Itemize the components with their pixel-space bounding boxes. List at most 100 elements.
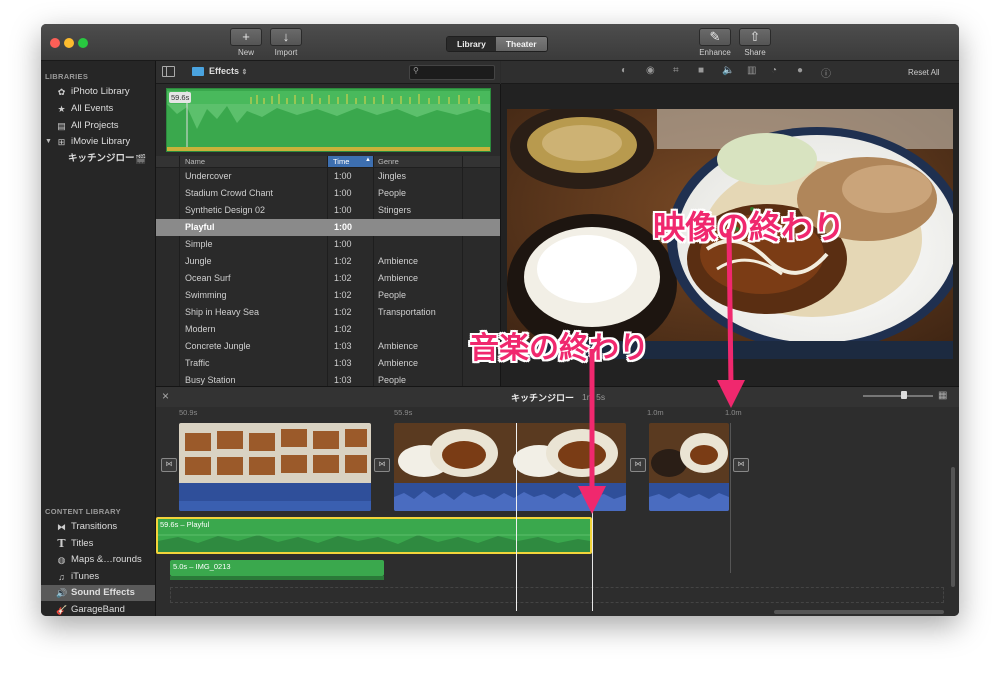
list-item[interactable]: Traffic 1:03 Ambience: [156, 355, 500, 372]
timeline-header: × キッチンジロー 1m 5s ▦: [156, 386, 959, 408]
volume-icon[interactable]: 🔈: [722, 65, 734, 76]
list-item[interactable]: Stadium Crowd Chant 1:00 People: [156, 185, 500, 202]
sidebar-item-iphoto-library[interactable]: ✿ iPhoto Library: [41, 84, 155, 100]
zoom-window-button[interactable]: [78, 38, 88, 48]
list-item-selected[interactable]: Playful 1:00: [156, 219, 500, 236]
zoom-slider-thumb[interactable]: [901, 391, 907, 399]
music-waveform: [158, 534, 590, 552]
video-clip[interactable]: [649, 423, 729, 511]
list-item[interactable]: Simple 1:00: [156, 236, 500, 253]
share-label: Share: [744, 48, 766, 57]
sound-browser: 59.6s Name Time ▲ Genre Undercover 1:00 Ji…: [156, 84, 501, 386]
list-item[interactable]: Synthetic Design 02 1:00 Stingers: [156, 202, 500, 219]
film-icon: ▤: [57, 121, 66, 131]
sidebar-item-label: iTunes: [71, 571, 100, 582]
updown-chevron-icon: ⇕: [241, 69, 248, 76]
music-clip-label: 59.6s – Playful: [160, 520, 210, 529]
sidebar-item-garageband[interactable]: 🎸 GarageBand: [41, 602, 155, 616]
music-clip-playful[interactable]: 59.6s – Playful: [156, 517, 592, 554]
list-item[interactable]: Swimming 1:02 People: [156, 287, 500, 304]
browser-bar: Effects ⇕ ⚲: [156, 61, 500, 84]
annotation-video-end: 映像の終わり: [653, 208, 846, 246]
iphoto-icon: ✿: [57, 87, 66, 97]
list-item[interactable]: Modern 1:02: [156, 321, 500, 338]
sidebar-item-itunes[interactable]: ♫ iTunes: [41, 569, 155, 585]
column-time[interactable]: Time ▲: [327, 156, 373, 167]
waveform-preview[interactable]: 59.6s: [166, 88, 491, 152]
sidebar-item-transitions[interactable]: ⧓ Transitions: [41, 519, 155, 535]
sidebar-item-label: Maps &…rounds: [71, 554, 142, 565]
video-clip[interactable]: [179, 423, 371, 511]
libraries-heading: LIBRARIES: [45, 72, 89, 81]
transition-icon[interactable]: ⋈: [374, 458, 390, 472]
sort-ascending-icon: ▲: [365, 157, 371, 163]
close-icon[interactable]: ×: [162, 389, 169, 403]
list-item[interactable]: Jungle 1:02 Ambience: [156, 253, 500, 270]
color-correction-icon[interactable]: ◉: [646, 65, 655, 76]
guitar-icon: 🎸: [56, 605, 68, 615]
timestamp: 1.0m: [725, 408, 742, 417]
close-window-button[interactable]: [50, 38, 60, 48]
sidebar-item-sound-effects[interactable]: 🔊 Sound Effects: [41, 585, 155, 601]
playhead[interactable]: [516, 423, 517, 611]
stabilization-icon[interactable]: ■: [698, 65, 704, 76]
vertical-scrollbar[interactable]: [951, 467, 955, 587]
sidebar-item-maps-backgrounds[interactable]: ◍ Maps &…rounds: [41, 552, 155, 568]
tab-theater[interactable]: Theater: [495, 37, 547, 51]
sidebar-item-all-events[interactable]: ★ All Events: [41, 101, 155, 117]
transition-icon[interactable]: ⋈: [161, 458, 177, 472]
sidebar-item-label: Titles: [71, 538, 94, 549]
sidebar-item-project[interactable]: キッチンジロー 🎬: [41, 151, 155, 167]
tab-library[interactable]: Library: [447, 37, 496, 51]
column-genre[interactable]: Genre: [378, 157, 399, 166]
sidebar-item-imovie-library[interactable]: ▼ ⊞ iMovie Library: [41, 134, 155, 150]
reset-all-button[interactable]: Reset All: [908, 68, 940, 77]
info-icon[interactable]: ⓘ: [821, 65, 831, 80]
equalizer-icon[interactable]: ▥: [747, 65, 756, 76]
enhance-label: Enhance: [699, 48, 731, 57]
list-item[interactable]: Concrete Jungle 1:03 Ambience: [156, 338, 500, 355]
list-item[interactable]: Ship in Heavy Sea 1:02 Transportation: [156, 304, 500, 321]
sidebar-item-label: Sound Effects: [71, 587, 135, 598]
search-input[interactable]: ⚲: [409, 65, 495, 80]
list-item[interactable]: Ocean Surf 1:02 Ambience: [156, 270, 500, 287]
plus-icon: +: [230, 28, 262, 46]
sidebar-item-all-projects[interactable]: ▤ All Projects: [41, 118, 155, 134]
transition-icon[interactable]: ⋈: [630, 458, 646, 472]
music-note-icon: ♫: [58, 572, 65, 582]
imovie-window: + New ↓ Import Library Theater ✎ Enhance…: [41, 24, 959, 616]
import-button[interactable]: ↓ Import: [270, 28, 302, 57]
empty-audio-track[interactable]: [170, 587, 944, 603]
filter-icon[interactable]: ●: [797, 65, 803, 76]
transition-icon[interactable]: ⋈: [733, 458, 749, 472]
category-popup[interactable]: Effects ⇕: [209, 66, 247, 76]
column-name[interactable]: Name: [185, 157, 205, 166]
audio-clip[interactable]: 5.0s – IMG_0213: [170, 560, 384, 576]
column-headers: Name Time ▲ Genre: [156, 156, 500, 168]
menu-thumbnail: [179, 423, 371, 511]
sidebar-item-titles[interactable]: T Titles: [41, 536, 155, 552]
new-button[interactable]: + New: [230, 28, 262, 57]
sidebar-toggle-icon[interactable]: [162, 66, 175, 77]
disclosure-triangle-icon[interactable]: ▼: [45, 134, 52, 150]
speed-icon[interactable]: ◔: [771, 65, 777, 76]
zoom-slider[interactable]: [863, 391, 933, 399]
enhance-button[interactable]: ✎ Enhance: [699, 28, 731, 57]
sidebar-item-label: All Events: [71, 103, 114, 114]
clapper-icon: 🎬: [135, 154, 147, 164]
clip-appearance-icon[interactable]: ▦: [938, 390, 947, 401]
share-button[interactable]: ⇧ Share: [739, 28, 771, 57]
music-end-marker: [592, 423, 593, 611]
horizontal-scrollbar[interactable]: [774, 610, 944, 614]
list-item[interactable]: Undercover 1:00 Jingles: [156, 168, 500, 185]
timeline[interactable]: 50.9s 55.9s 1.0m 1.0m ⋈ ⋈ ⋈ ⋈ 59.6s – Pl…: [156, 331, 959, 616]
globe-icon: ◍: [57, 555, 66, 565]
color-balance-icon[interactable]: ◐: [621, 65, 627, 76]
sidebar-item-label: All Projects: [71, 120, 119, 131]
arrow-down-icon: ↓: [270, 28, 302, 46]
crop-icon[interactable]: ⌗: [673, 65, 679, 76]
transitions-icon: ⧓: [57, 522, 66, 532]
sidebar-item-label: iPhoto Library: [71, 86, 130, 97]
minimize-window-button[interactable]: [64, 38, 74, 48]
toolbar: + New ↓ Import Library Theater ✎ Enhance…: [41, 24, 959, 61]
